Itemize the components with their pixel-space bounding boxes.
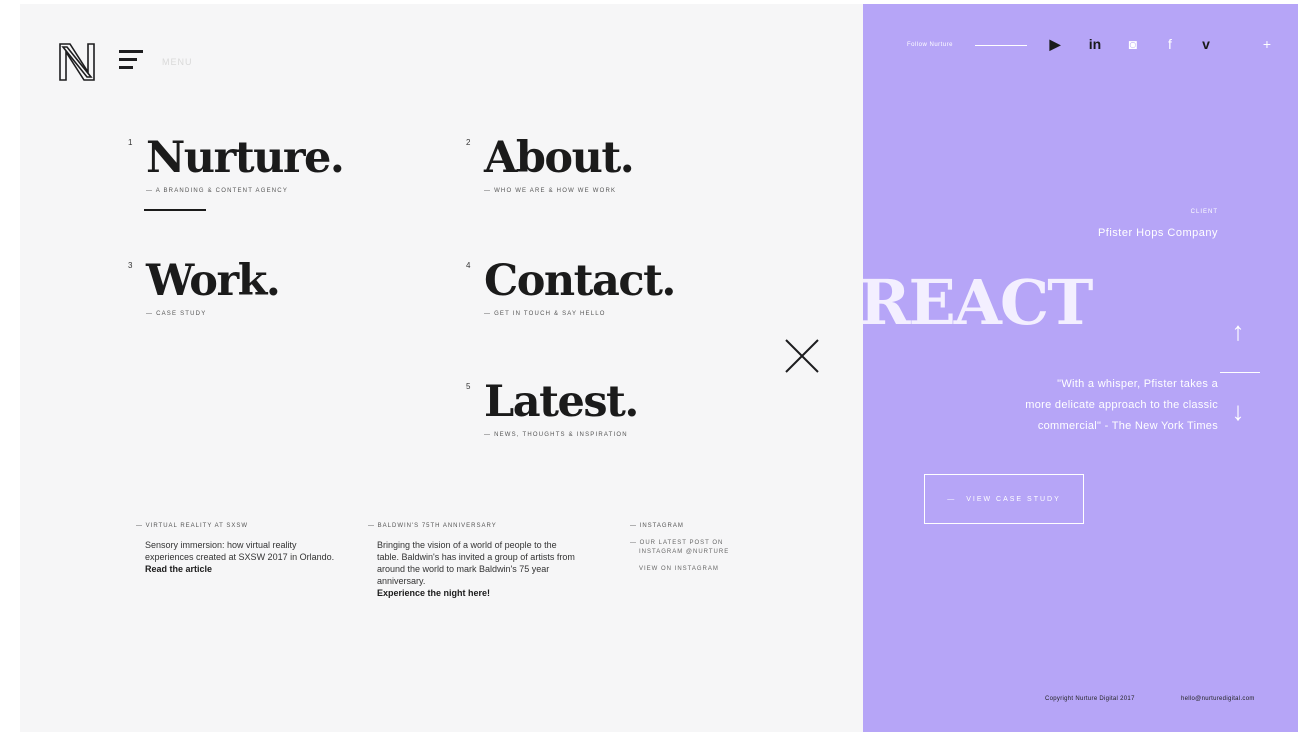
arrow-down-icon[interactable]: ↓ [1225, 396, 1251, 427]
news-body: Sensory immersion: how virtual reality e… [145, 540, 335, 562]
nav-item-latest[interactable]: 5 Latest. — News, thoughts & inspiration [466, 378, 639, 438]
nav-item-work[interactable]: 3 Work. — Case study [128, 257, 281, 317]
view-case-study-label: VIEW CASE STUDY [966, 495, 1061, 503]
menu-panel: MENU 1 Nurture. — A branding & content a… [20, 4, 863, 732]
close-icon[interactable] [784, 338, 820, 374]
linkedin-icon[interactable]: in [1087, 36, 1103, 52]
nav-title-nurture[interactable]: Nurture. [146, 134, 345, 182]
facebook-icon[interactable]: f [1162, 36, 1178, 52]
nav-number: 5 [466, 382, 471, 391]
nav-number: 1 [128, 138, 133, 147]
project-title: REACT [863, 266, 1093, 339]
news-tag: — Virtual reality at SXSW [136, 523, 249, 529]
nav-subtitle: — Get in touch & say hello [484, 311, 606, 317]
nav-title-about[interactable]: About. [484, 134, 635, 182]
nurture-logo-icon[interactable] [58, 42, 96, 82]
footer-copyright: Copyright Nurture Digital 2017 [1045, 696, 1135, 702]
menu-toggle-icon[interactable] [119, 50, 143, 76]
menu-label: MENU [162, 57, 193, 67]
news-link[interactable]: Experience the night here! [368, 587, 578, 599]
news-link[interactable]: View on instagram [630, 565, 770, 574]
client-eyebrow: CLIENT [1190, 209, 1218, 215]
instagram-icon[interactable]: ◙ [1125, 36, 1141, 52]
news-item-baldwins: — Baldwin's 75th anniversary Bringing th… [368, 520, 578, 599]
nav-item-contact[interactable]: 4 Contact. — Get in touch & say hello [466, 257, 676, 317]
news-body: Bringing the vision of a world of people… [377, 540, 575, 586]
nav-title-work[interactable]: Work. [146, 257, 281, 305]
follow-divider [975, 45, 1027, 46]
follow-label: Follow Nurture [907, 42, 954, 48]
footer-email[interactable]: hello@nurturedigital.com [1181, 696, 1255, 702]
nav-item-nurture[interactable]: 1 Nurture. — A branding & content agency [128, 134, 345, 211]
quote-line: "With a whisper, Pfister takes a [1057, 378, 1218, 390]
nav-subtitle: — Who we are & how we work [484, 188, 617, 194]
active-indicator [144, 209, 206, 211]
nav-title-contact[interactable]: Contact. [484, 257, 676, 305]
plus-icon[interactable]: + [1259, 36, 1275, 52]
quote-line: commercial" - The New York Times [1037, 420, 1218, 432]
news-tag: — Instagram [630, 523, 684, 529]
nav-item-about[interactable]: 2 About. — Who we are & how we work [466, 134, 635, 194]
client-name: Pfister Hops Company [1097, 227, 1218, 239]
nav-subtitle: — A branding & content agency [146, 188, 289, 194]
arrow-divider [1220, 372, 1260, 373]
view-case-study-button[interactable]: — VIEW CASE STUDY [924, 474, 1084, 524]
vimeo-icon[interactable]: v [1198, 36, 1214, 52]
news-tag: — Baldwin's 75th anniversary [368, 523, 497, 529]
nav-number: 4 [466, 261, 471, 270]
arrow-up-icon[interactable]: ↑ [1225, 316, 1251, 347]
nav-number: 2 [466, 138, 471, 147]
news-meta: — Our latest post on [630, 540, 724, 546]
news-item-sxsw: — Virtual reality at SXSW Sensory immers… [136, 520, 336, 575]
news-item-instagram: — Instagram — Our latest post on instagr… [630, 520, 770, 574]
quote-line: more delicate approach to the classic [1025, 399, 1218, 411]
nav-subtitle: — Case study [146, 311, 207, 317]
youtube-icon[interactable]: ▶ [1047, 36, 1063, 53]
featured-panel: Follow Nurture ▶ in ◙ f v + CLIENT Pfist… [863, 4, 1298, 732]
nav-title-latest[interactable]: Latest. [484, 378, 639, 426]
nav-number: 3 [128, 261, 133, 270]
arrow-right-icon: — [947, 495, 957, 503]
nav-subtitle: — News, thoughts & inspiration [484, 432, 628, 438]
news-link[interactable]: Read the article [136, 563, 336, 575]
press-quote: "With a whisper, Pfister takes a more de… [978, 374, 1218, 437]
news-meta: instagram @nurture [639, 549, 730, 555]
